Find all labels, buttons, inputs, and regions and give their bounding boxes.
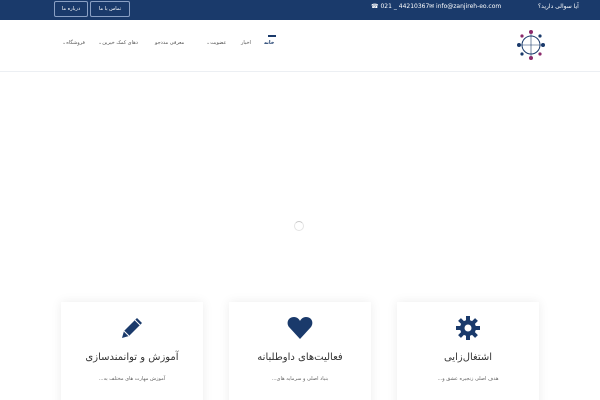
phone-icon: ☎ [371,3,379,10]
email-contact[interactable]: ✉ info@zanjireh-eo.com [429,0,501,14]
top-bar: درباره ما تماس با ما ☎ 021 _ 44210367 ✉ in… [0,0,600,20]
nav-item-membership[interactable]: عضویت⌄ [204,36,226,50]
nav-item-news[interactable]: اخبار [241,36,251,50]
logo-icon[interactable] [514,26,548,64]
about-us-button[interactable]: درباره ما [54,1,88,17]
heart-icon [287,317,313,339]
gear-icon [456,316,480,340]
card-text: بنیاد اصلی و سرمایه های... [271,376,329,382]
phone-contact[interactable]: ☎ 021 _ 44210367 [371,0,429,14]
nav-item-shop-label: فروشگاه [66,40,85,46]
contact-us-button[interactable]: تماس با ما [90,1,130,17]
loading-spinner [294,221,304,231]
pencil-icon [122,318,142,338]
nav-item-shop[interactable]: فروشگاه⌄ [60,36,85,50]
nav-item-donations-label: دهای کمک خیرین [102,40,138,46]
email-address: info@zanjireh-eo.com [436,3,502,10]
phone-number: 021 _ 44210367 [380,3,430,10]
nav-item-donations[interactable]: دهای کمک خیرین⌄ [96,36,138,50]
card-title: آموزش و توانمندسازی [85,352,179,363]
envelope-icon: ✉ [429,3,435,10]
service-card-training[interactable]: آموزش و توانمندسازی آموزش مهارت های مختل… [61,302,203,400]
service-card-employment[interactable]: اشتغال‌زایی هدف اصلی زنجیره عشق و... [397,302,539,400]
main-header: خانه اخبار عضویت⌄ معرفی مددجو دهای کمک خ… [0,20,600,72]
card-text: آموزش مهارت های مختلف به... [98,376,166,382]
nav-item-home[interactable]: خانه [264,35,277,50]
nav-item-introduce[interactable]: معرفی مددجو [155,36,184,50]
question-text: آیا سوالی دارید؟ [538,3,579,10]
nav-item-membership-label: عضویت [210,40,227,46]
card-title: اشتغال‌زایی [443,352,493,363]
card-title: فعالیت‌های داوطلبانه [257,352,343,363]
service-card-volunteer[interactable]: فعالیت‌های داوطلبانه بنیاد اصلی و سرمایه… [229,302,371,400]
card-text: هدف اصلی زنجیره عشق و... [437,376,499,382]
